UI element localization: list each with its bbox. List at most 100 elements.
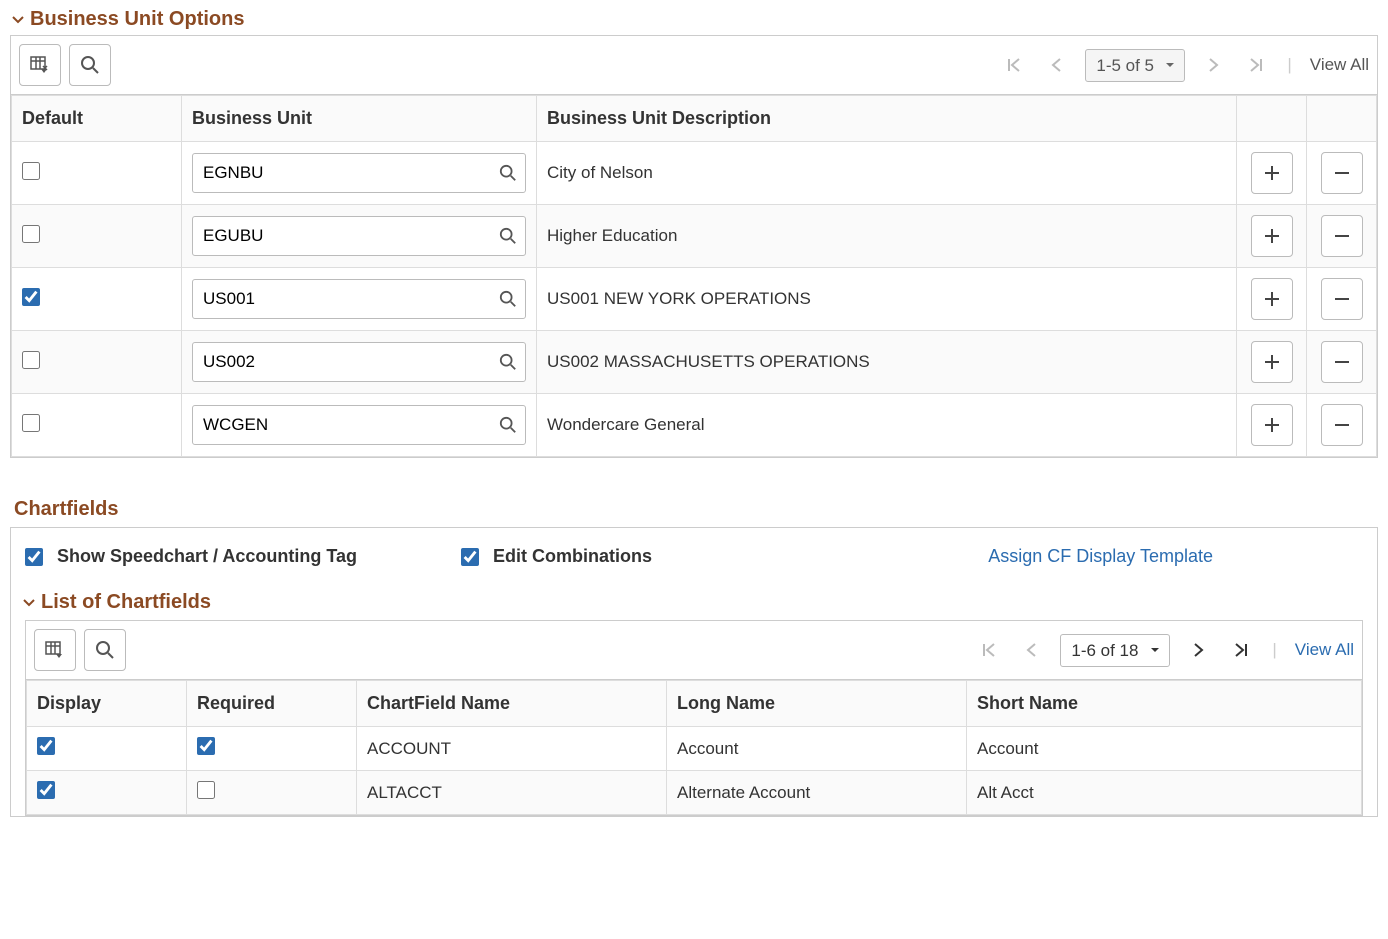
delete-row-button[interactable]: [1321, 152, 1363, 194]
cf-section-title: Chartfields: [14, 498, 1378, 521]
cf-name: ACCOUNT: [357, 727, 667, 771]
bu-input[interactable]: [203, 163, 495, 183]
bu-input[interactable]: [203, 289, 495, 309]
cf-longname: Alternate Account: [667, 771, 967, 815]
bu-lookup[interactable]: [192, 153, 526, 193]
bu-description: City of Nelson: [537, 142, 1237, 205]
chevron-down-icon: [21, 595, 37, 611]
required-checkbox[interactable]: [197, 737, 215, 755]
chevron-down-icon: [10, 12, 26, 28]
prev-page-button[interactable]: [1020, 637, 1042, 663]
grid-search-button[interactable]: [84, 629, 126, 671]
toolbar-divider: |: [1272, 640, 1276, 660]
add-row-button[interactable]: [1251, 152, 1293, 194]
required-checkbox[interactable]: [197, 781, 215, 799]
bu-table: Default Business Unit Business Unit Desc…: [11, 95, 1377, 457]
delete-row-button[interactable]: [1321, 404, 1363, 446]
col-desc[interactable]: Business Unit Description: [537, 96, 1237, 142]
add-row-button[interactable]: [1251, 404, 1293, 446]
col-add: [1237, 96, 1307, 142]
default-checkbox[interactable]: [22, 162, 40, 180]
cf-shortname: Account: [967, 727, 1362, 771]
cf-list-title: List of Chartfields: [41, 591, 211, 614]
next-page-button[interactable]: [1203, 52, 1225, 78]
view-all-link[interactable]: View All: [1310, 55, 1369, 75]
bu-lookup[interactable]: [192, 342, 526, 382]
grid-search-button[interactable]: [69, 44, 111, 86]
table-row: Wondercare General: [12, 394, 1377, 457]
bu-grid: 1-5 of 5 | View All Default Business Uni…: [10, 35, 1378, 458]
first-page-button[interactable]: [1001, 52, 1027, 78]
bu-description: US001 NEW YORK OPERATIONS: [537, 268, 1237, 331]
row-range-select[interactable]: 1-5 of 5: [1085, 49, 1185, 82]
table-row: US001 NEW YORK OPERATIONS: [12, 268, 1377, 331]
cf-grid: 1-6 of 18 | View All Display Required Ch…: [25, 620, 1363, 816]
col-display[interactable]: Display: [27, 681, 187, 727]
edit-combinations-checkbox[interactable]: [461, 548, 479, 566]
edit-combinations-label: Edit Combinations: [493, 546, 652, 567]
col-del: [1307, 96, 1377, 142]
bu-lookup[interactable]: [192, 216, 526, 256]
cf-table: Display Required ChartField Name Long Na…: [26, 680, 1362, 815]
col-shortname[interactable]: Short Name: [967, 681, 1362, 727]
grid-action-menu-button[interactable]: [19, 44, 61, 86]
table-row: ACCOUNTAccountAccount: [27, 727, 1362, 771]
delete-row-button[interactable]: [1321, 341, 1363, 383]
add-row-button[interactable]: [1251, 215, 1293, 257]
search-icon[interactable]: [495, 349, 521, 375]
bu-lookup[interactable]: [192, 405, 526, 445]
default-checkbox[interactable]: [22, 288, 40, 306]
bu-lookup[interactable]: [192, 279, 526, 319]
show-speedchart-checkbox[interactable]: [25, 548, 43, 566]
display-checkbox[interactable]: [37, 737, 55, 755]
col-bu[interactable]: Business Unit: [182, 96, 537, 142]
prev-page-button[interactable]: [1045, 52, 1067, 78]
grid-action-menu-button[interactable]: [34, 629, 76, 671]
search-icon[interactable]: [495, 412, 521, 438]
delete-row-button[interactable]: [1321, 215, 1363, 257]
default-checkbox[interactable]: [22, 225, 40, 243]
assign-cf-template-link[interactable]: Assign CF Display Template: [988, 546, 1213, 567]
default-checkbox[interactable]: [22, 351, 40, 369]
table-row: ALTACCTAlternate AccountAlt Acct: [27, 771, 1362, 815]
delete-row-button[interactable]: [1321, 278, 1363, 320]
bu-input[interactable]: [203, 352, 495, 372]
cf-grid-toolbar: 1-6 of 18 | View All: [26, 621, 1362, 680]
search-icon[interactable]: [495, 286, 521, 312]
cf-box: Show Speedchart / Accounting Tag Edit Co…: [10, 527, 1378, 817]
cf-longname: Account: [667, 727, 967, 771]
col-longname[interactable]: Long Name: [667, 681, 967, 727]
table-row: US002 MASSACHUSETTS OPERATIONS: [12, 331, 1377, 394]
add-row-button[interactable]: [1251, 278, 1293, 320]
col-default[interactable]: Default: [12, 96, 182, 142]
bu-section-header[interactable]: Business Unit Options: [10, 8, 1378, 31]
toolbar-divider: |: [1287, 55, 1291, 75]
bu-description: US002 MASSACHUSETTS OPERATIONS: [537, 331, 1237, 394]
table-row: City of Nelson: [12, 142, 1377, 205]
last-page-button[interactable]: [1228, 637, 1254, 663]
display-checkbox[interactable]: [37, 781, 55, 799]
first-page-button[interactable]: [976, 637, 1002, 663]
search-icon[interactable]: [495, 160, 521, 186]
add-row-button[interactable]: [1251, 341, 1293, 383]
row-range-select[interactable]: 1-6 of 18: [1060, 634, 1170, 667]
show-speedchart-label: Show Speedchart / Accounting Tag: [57, 546, 357, 567]
col-required[interactable]: Required: [187, 681, 357, 727]
default-checkbox[interactable]: [22, 414, 40, 432]
bu-grid-toolbar: 1-5 of 5 | View All: [11, 36, 1377, 95]
view-all-link[interactable]: View All: [1295, 640, 1354, 660]
bu-input[interactable]: [203, 415, 495, 435]
last-page-button[interactable]: [1243, 52, 1269, 78]
cf-shortname: Alt Acct: [967, 771, 1362, 815]
bu-section-title: Business Unit Options: [30, 8, 244, 31]
col-cfname[interactable]: ChartField Name: [357, 681, 667, 727]
next-page-button[interactable]: [1188, 637, 1210, 663]
bu-description: Higher Education: [537, 205, 1237, 268]
bu-description: Wondercare General: [537, 394, 1237, 457]
bu-input[interactable]: [203, 226, 495, 246]
cf-options-row: Show Speedchart / Accounting Tag Edit Co…: [11, 540, 1377, 581]
cf-name: ALTACCT: [357, 771, 667, 815]
table-row: Higher Education: [12, 205, 1377, 268]
search-icon[interactable]: [495, 223, 521, 249]
cf-list-header[interactable]: List of Chartfields: [21, 591, 1377, 614]
